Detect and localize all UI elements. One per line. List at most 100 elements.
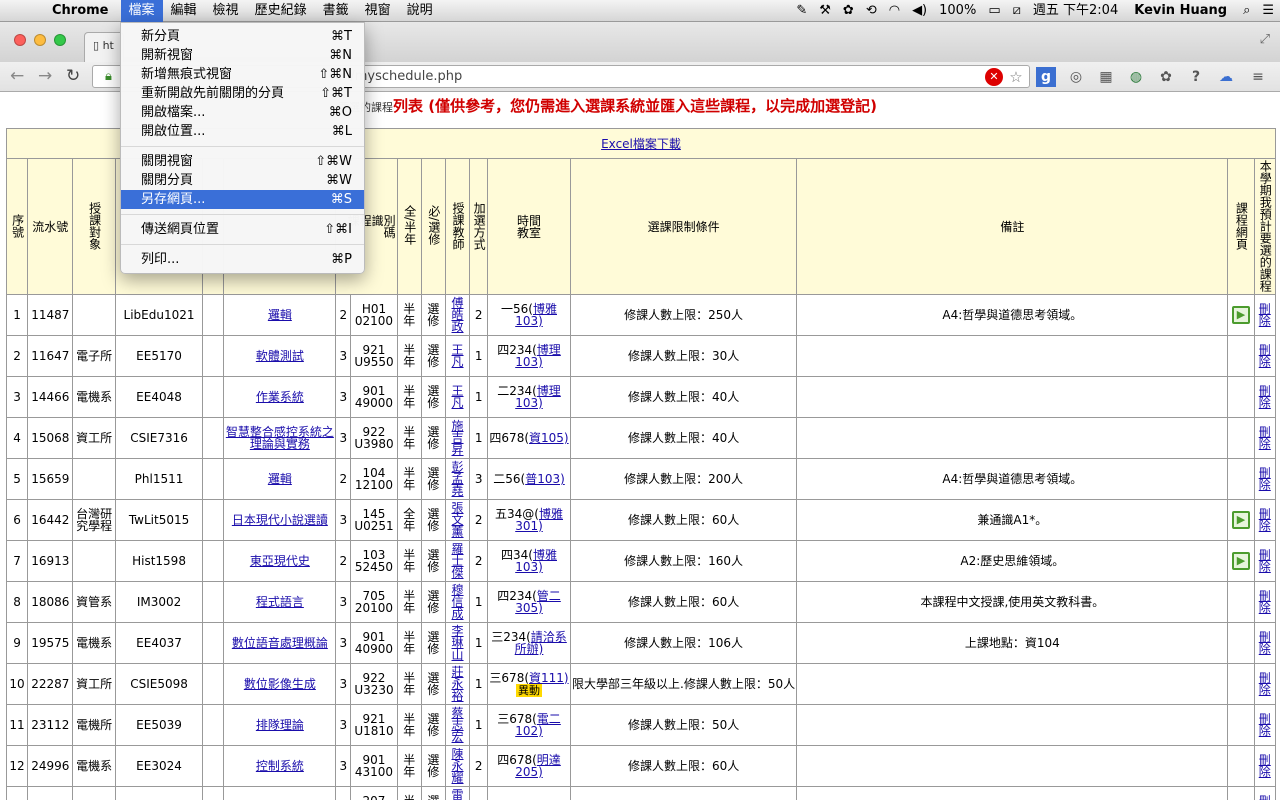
course-name-link[interactable]: 控制系統 [256,759,304,773]
course-name-link[interactable]: 東亞現代史 [250,554,310,568]
course-name-link[interactable]: 邏輯 [268,308,292,322]
cell-course-name: 邏輯 [223,294,337,336]
delete-link[interactable]: 刪除 [1259,548,1271,574]
cell-course-no: Hist1598 [114,540,204,582]
teacher-link[interactable]: 施吉昇 [452,419,464,457]
menu-history[interactable]: 歷史紀錄 [247,0,315,22]
tools-icon[interactable]: ⚒ [813,0,837,22]
clock[interactable]: 週五 下午2:04 [1027,0,1124,22]
course-webpage-icon[interactable]: ▶ [1231,306,1250,324]
extension-icon[interactable]: ◎ [1066,67,1086,87]
delete-link[interactable]: 刪除 [1259,589,1271,615]
globe-extension-icon[interactable]: ◍ [1126,67,1146,87]
user-name[interactable]: Kevin Huang [1124,0,1237,22]
teacher-link[interactable]: 莊永裕 [452,665,464,703]
evernote-extension-icon[interactable]: ✿ [1156,67,1176,87]
teacher-link[interactable]: 李琳山 [452,624,464,662]
volume-icon[interactable]: ◀) [906,0,933,22]
excel-download-link[interactable]: Excel檔案下載 [601,137,681,151]
back-icon[interactable]: ← [10,66,24,86]
app-menu-chrome[interactable]: Chrome [40,0,121,22]
menu-item-reopen-closed-tab[interactable]: 重新開啟先前關閉的分頁 ⇧⌘T [121,84,364,103]
notification-center-icon[interactable]: ☰ [1256,0,1280,22]
teacher-link[interactable]: 王凡 [452,384,464,410]
time-machine-icon[interactable]: ⟲ [860,0,883,22]
course-name-link[interactable]: 智慧整合感控系統之理論與實務 [226,425,334,451]
delete-link[interactable]: 刪除 [1259,384,1271,410]
cell-webpage[interactable]: ▶ [1227,294,1255,336]
room-link[interactable]: 資105) [529,431,569,445]
delete-link[interactable]: 刪除 [1259,671,1271,697]
help-extension-icon[interactable]: ? [1186,67,1206,87]
google-extension-icon[interactable]: g [1036,67,1056,87]
menu-help[interactable]: 說明 [399,0,441,22]
course-name-link[interactable]: 作業系統 [256,390,304,404]
menu-window[interactable]: 視窗 [357,0,399,22]
teacher-link[interactable]: 穆信成 [452,583,464,621]
delete-link[interactable]: 刪除 [1259,343,1271,369]
battery-icon[interactable]: ▭ [982,0,1006,22]
delete-link[interactable]: 刪除 [1259,425,1271,451]
menu-item-email-link[interactable]: 傳送網頁位置 ⇧⌘I [121,220,364,239]
teacher-link[interactable]: 張文薰 [452,501,464,539]
course-name-link[interactable]: 數位語音處理概論 [232,636,328,650]
minimize-window-button[interactable] [34,34,46,46]
course-name-link[interactable]: 軟體測試 [256,349,304,363]
delete-link[interactable]: 刪除 [1259,302,1271,328]
close-window-button[interactable] [14,34,26,46]
menu-item-print[interactable]: 列印... ⌘P [121,250,364,269]
course-name-link[interactable]: 程式語言 [256,595,304,609]
chrome-menu-icon[interactable]: ≡ [1248,67,1268,87]
evernote-icon[interactable]: ✿ [837,0,860,22]
teacher-link[interactable]: 陳永耀 [452,747,464,785]
course-webpage-icon[interactable]: ▶ [1231,552,1250,570]
menu-bookmarks[interactable]: 書籤 [315,0,357,22]
course-name-link[interactable]: 排隊理論 [256,718,304,732]
course-name-link[interactable]: 日本現代小說選讀 [232,513,328,527]
teacher-link[interactable]: 羅士傑 [452,542,464,580]
spotlight-icon[interactable]: ⌕ [1237,0,1256,22]
cloud-extension-icon[interactable]: ☁ [1216,67,1236,87]
reload-icon[interactable]: ↻ [66,66,80,86]
menu-item-close-window[interactable]: 關閉視窗 ⇧⌘W [121,152,364,171]
room-link[interactable]: 普103) [525,472,565,486]
menu-view[interactable]: 檢視 [205,0,247,22]
delete-link[interactable]: 刪除 [1259,794,1271,800]
delete-link[interactable]: 刪除 [1259,630,1271,656]
teacher-link[interactable]: 蔡志宏 [452,706,464,744]
delete-link[interactable]: 刪除 [1259,466,1271,492]
browser-tab[interactable]: ▯ ht [84,32,124,62]
room-link[interactable]: 資111) [529,671,569,685]
forward-icon[interactable]: → [38,66,52,86]
stop-icon[interactable]: ✕ [985,68,1003,86]
cell-webpage[interactable]: ▶ [1227,499,1255,541]
course-webpage-icon[interactable]: ▶ [1231,511,1250,529]
menu-item-close-tab[interactable]: 關閉分頁 ⌘W [121,171,364,190]
input-method-icon[interactable]: ⧄ [1007,0,1027,22]
wifi-icon[interactable]: ◠ [883,0,906,22]
menu-item-incognito-window[interactable]: 新增無痕式視窗 ⇧⌘N [121,65,364,84]
cell-webpage[interactable]: ▶ [1227,540,1255,582]
bookmark-star-icon[interactable]: ☆ [1007,68,1025,86]
course-name-link[interactable]: 數位影像生成 [244,677,316,691]
teacher-link[interactable]: 彭孟堯 [452,460,464,498]
menu-item-new-window[interactable]: 開新視窗 ⌘N [121,46,364,65]
teacher-link[interactable]: 傅皓政 [452,296,464,334]
fullscreen-icon[interactable]: ⤢ [1260,32,1270,47]
battery-text[interactable]: 100% [933,0,982,22]
delete-link[interactable]: 刪除 [1259,712,1271,738]
course-name-link[interactable]: 邏輯 [268,472,292,486]
menu-item-open-location[interactable]: 開啟位置... ⌘L [121,122,364,141]
delete-link[interactable]: 刪除 [1259,507,1271,533]
menu-item-open-file[interactable]: 開啟檔案... ⌘O [121,103,364,122]
teacher-link[interactable]: 王凡 [452,343,464,369]
menu-item-new-tab[interactable]: 新分頁 ⌘T [121,27,364,46]
delete-link[interactable]: 刪除 [1259,753,1271,779]
menu-edit[interactable]: 編輯 [163,0,205,22]
feather-icon[interactable]: ✎ [790,0,813,22]
extension-puzzle-icon[interactable]: ▦ [1096,67,1116,87]
teacher-link[interactable]: 雷庚玲 [452,788,464,800]
menu-item-save-page[interactable]: 另存網頁... ⌘S [121,190,364,209]
menu-file[interactable]: 檔案 [120,0,163,22]
zoom-window-button[interactable] [54,34,66,46]
